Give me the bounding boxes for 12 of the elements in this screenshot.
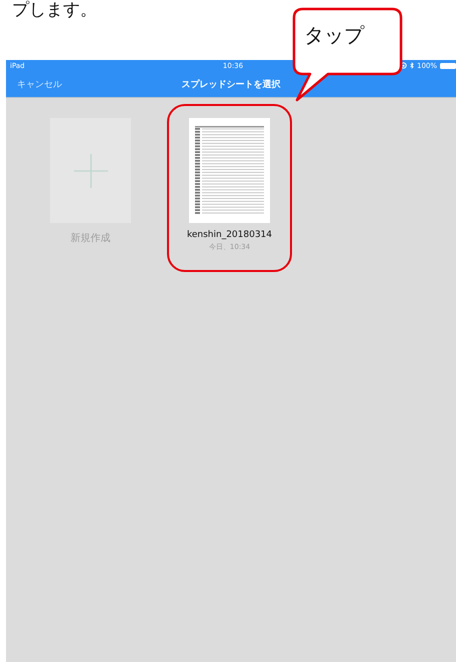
- new-document-tile[interactable]: [50, 118, 131, 223]
- cancel-button[interactable]: キャンセル: [17, 78, 62, 90]
- screen-title: スプレッドシートを選択: [182, 78, 280, 90]
- plus-icon: [74, 154, 108, 188]
- new-document-label: 新規作成: [70, 232, 110, 245]
- callout-text: タップ: [304, 22, 364, 49]
- instruction-text: プします。: [12, 0, 97, 20]
- rotation-lock-icon: [400, 62, 407, 69]
- spreadsheet-thumbnail[interactable]: [189, 118, 270, 223]
- bluetooth-icon: [410, 62, 414, 69]
- battery-icon: [440, 62, 456, 68]
- file-name: kenshin_20180314: [186, 230, 272, 240]
